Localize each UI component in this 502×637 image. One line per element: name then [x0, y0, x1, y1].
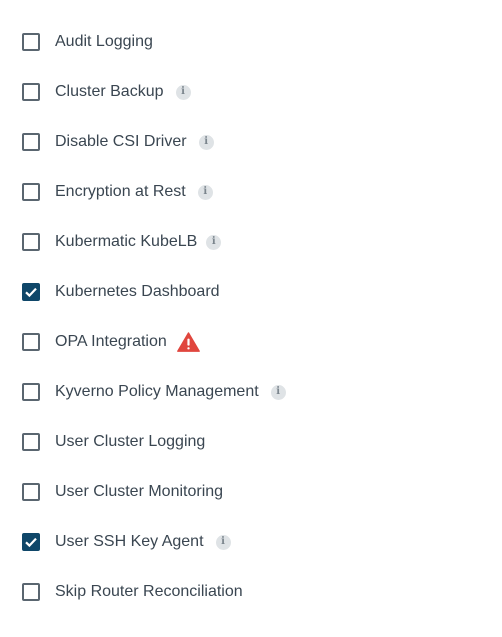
kubernetes-dashboard-checkbox[interactable]	[22, 283, 40, 301]
option-encryption-at-rest[interactable]: Encryption at Rest i	[22, 167, 482, 217]
option-user-cluster-monitoring[interactable]: User Cluster Monitoring	[22, 467, 482, 517]
option-user-ssh-key-agent[interactable]: User SSH Key Agent i	[22, 517, 482, 567]
option-disable-csi-driver[interactable]: Disable CSI Driver i	[22, 117, 482, 167]
user-cluster-logging-checkbox[interactable]	[22, 433, 40, 451]
encryption-at-rest-checkbox[interactable]	[22, 183, 40, 201]
user-cluster-monitoring-label: User Cluster Monitoring	[55, 483, 224, 500]
info-icon[interactable]: i	[206, 234, 222, 250]
option-audit-logging[interactable]: Audit Logging	[22, 17, 482, 67]
user-ssh-key-agent-label: User SSH Key Agent	[55, 533, 204, 550]
skip-router-reconciliation-label: Skip Router Reconciliation	[55, 583, 243, 600]
disable-csi-driver-checkbox[interactable]	[22, 133, 40, 151]
user-cluster-logging-label: User Cluster Logging	[55, 433, 206, 450]
option-user-cluster-logging[interactable]: User Cluster Logging	[22, 417, 482, 467]
warning-icon[interactable]	[176, 332, 200, 352]
opa-integration-label: OPA Integration	[55, 333, 167, 350]
audit-logging-label: Audit Logging	[55, 33, 153, 50]
info-icon[interactable]: i	[175, 84, 191, 100]
opa-integration-checkbox[interactable]	[22, 333, 40, 351]
option-kyverno-policy-management[interactable]: Kyverno Policy Management i	[22, 367, 482, 417]
kubermatic-kubelb-checkbox[interactable]	[22, 233, 40, 251]
option-kubermatic-kubelb[interactable]: Kubermatic KubeLB i	[22, 217, 482, 267]
info-icon[interactable]: i	[270, 384, 286, 400]
kyverno-policy-management-label: Kyverno Policy Management	[55, 383, 259, 400]
user-ssh-key-agent-checkbox[interactable]	[22, 533, 40, 551]
kyverno-policy-management-checkbox[interactable]	[22, 383, 40, 401]
disable-csi-driver-label: Disable CSI Driver	[55, 133, 187, 150]
cluster-options-list: Audit Logging Cluster Backup i Disable C…	[22, 17, 482, 617]
option-skip-router-reconciliation[interactable]: Skip Router Reconciliation	[22, 567, 482, 617]
kubermatic-kubelb-label: Kubermatic KubeLB	[55, 233, 198, 250]
info-icon[interactable]: i	[197, 184, 213, 200]
kubernetes-dashboard-label: Kubernetes Dashboard	[55, 283, 220, 300]
encryption-at-rest-label: Encryption at Rest	[55, 183, 186, 200]
info-icon[interactable]: i	[198, 134, 214, 150]
audit-logging-checkbox[interactable]	[22, 33, 40, 51]
option-cluster-backup[interactable]: Cluster Backup i	[22, 67, 482, 117]
user-cluster-monitoring-checkbox[interactable]	[22, 483, 40, 501]
option-opa-integration[interactable]: OPA Integration	[22, 317, 482, 367]
option-kubernetes-dashboard[interactable]: Kubernetes Dashboard	[22, 267, 482, 317]
skip-router-reconciliation-checkbox[interactable]	[22, 583, 40, 601]
cluster-backup-checkbox[interactable]	[22, 83, 40, 101]
info-icon[interactable]: i	[215, 534, 231, 550]
cluster-backup-label: Cluster Backup	[55, 83, 164, 100]
